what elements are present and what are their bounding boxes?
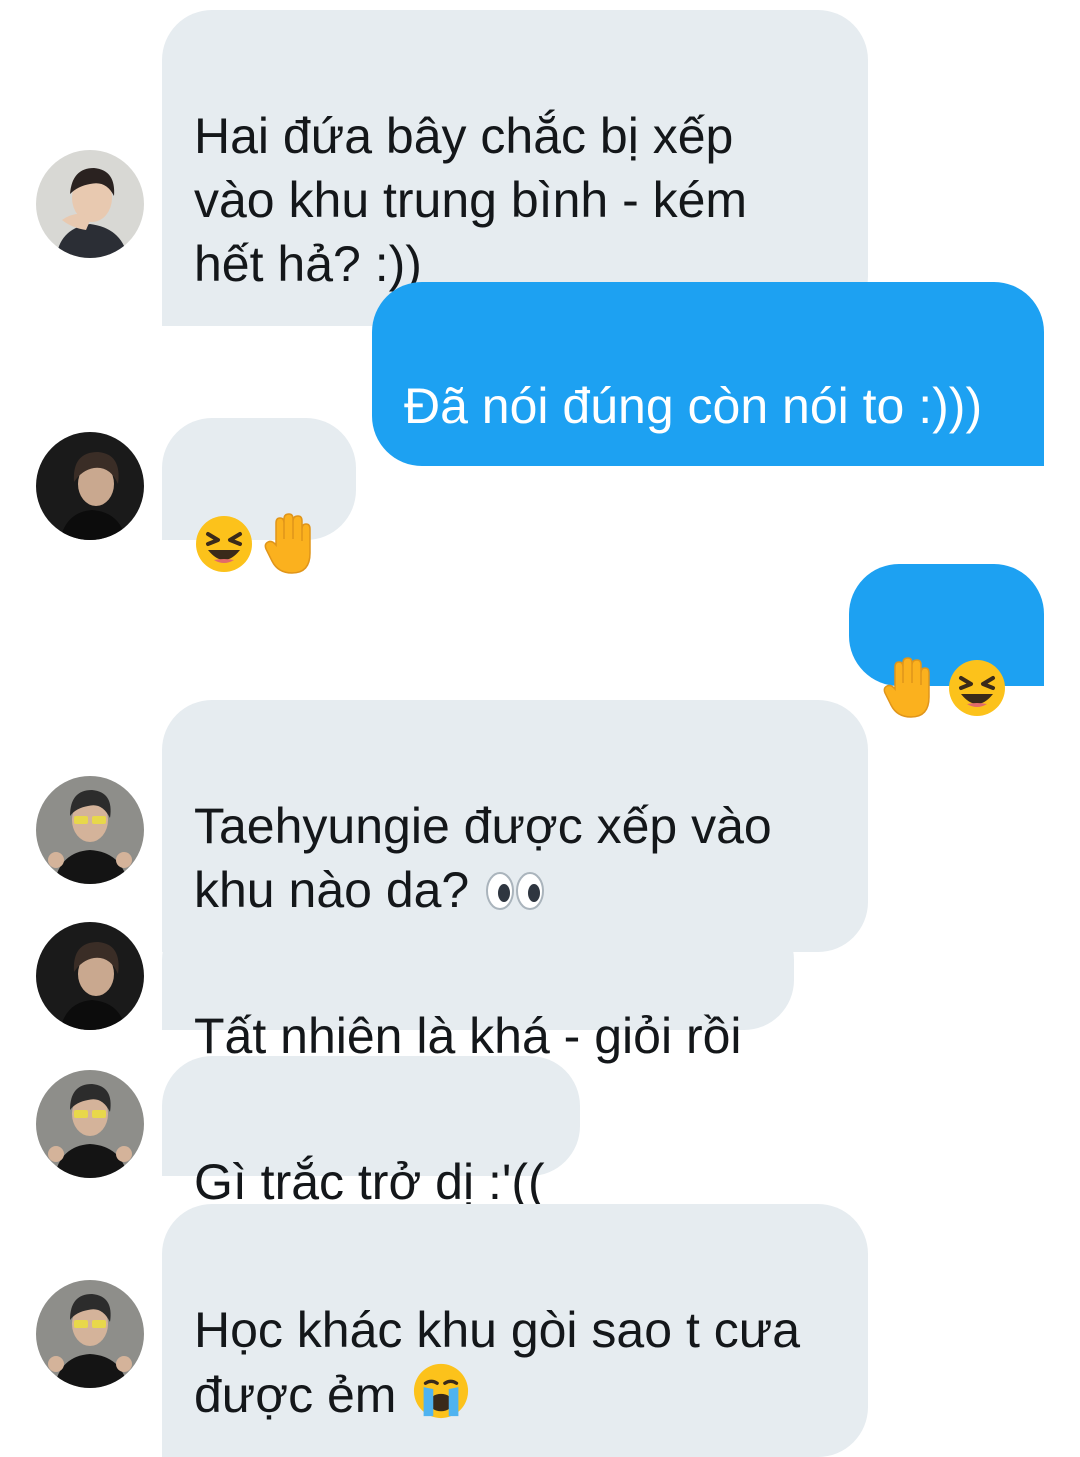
- avatar-sender-2[interactable]: [36, 432, 144, 540]
- message-text: Gì trắc trở dị :'((: [194, 1154, 545, 1210]
- message-text: Hai đứa bây chắc bị xếp vào khu trung bì…: [194, 108, 748, 292]
- raised-hand-icon: [883, 657, 930, 718]
- profile-photo-icon: [36, 776, 144, 884]
- avatar-sender-3[interactable]: [36, 1070, 144, 1178]
- crying-face-icon: [396, 1363, 470, 1424]
- laughing-face-icon: [949, 660, 1005, 716]
- raised-hand-icon: [264, 513, 311, 574]
- profile-photo-icon: [36, 1070, 144, 1178]
- emoji-row: [194, 512, 326, 576]
- avatar-sender-3[interactable]: [36, 776, 144, 884]
- message-bubble-incoming[interactable]: Tất nhiên là khá - giỏi rồi: [162, 910, 794, 1064]
- avatar-sender-1[interactable]: [36, 150, 144, 258]
- profile-photo-icon: [36, 150, 144, 258]
- avatar-sender-2[interactable]: [36, 922, 144, 1030]
- profile-photo-icon: [36, 922, 144, 1030]
- message-bubble-outgoing[interactable]: Đã nói đúng còn nói to :))): [372, 282, 1044, 466]
- laughing-face-icon: [196, 516, 252, 572]
- profile-photo-icon: [36, 432, 144, 540]
- profile-photo-icon: [36, 1280, 144, 1388]
- emoji-row: [881, 656, 1012, 720]
- message-bubble-incoming[interactable]: [162, 418, 356, 574]
- message-bubble-incoming[interactable]: Gì trắc trở dị :'((: [162, 1056, 580, 1210]
- message-bubble-incoming[interactable]: Học khác khu gòi sao t cưa được ẻm: [162, 1204, 868, 1457]
- message-bubble-incoming[interactable]: Hai đứa bây chắc bị xếp vào khu trung bì…: [162, 10, 868, 326]
- message-text: Học khác khu gòi sao t cưa được ẻm: [194, 1302, 801, 1423]
- avatar-sender-3[interactable]: [36, 1280, 144, 1388]
- message-bubble-outgoing[interactable]: [849, 564, 1044, 718]
- message-text: Đã nói đúng còn nói to :))): [404, 378, 983, 434]
